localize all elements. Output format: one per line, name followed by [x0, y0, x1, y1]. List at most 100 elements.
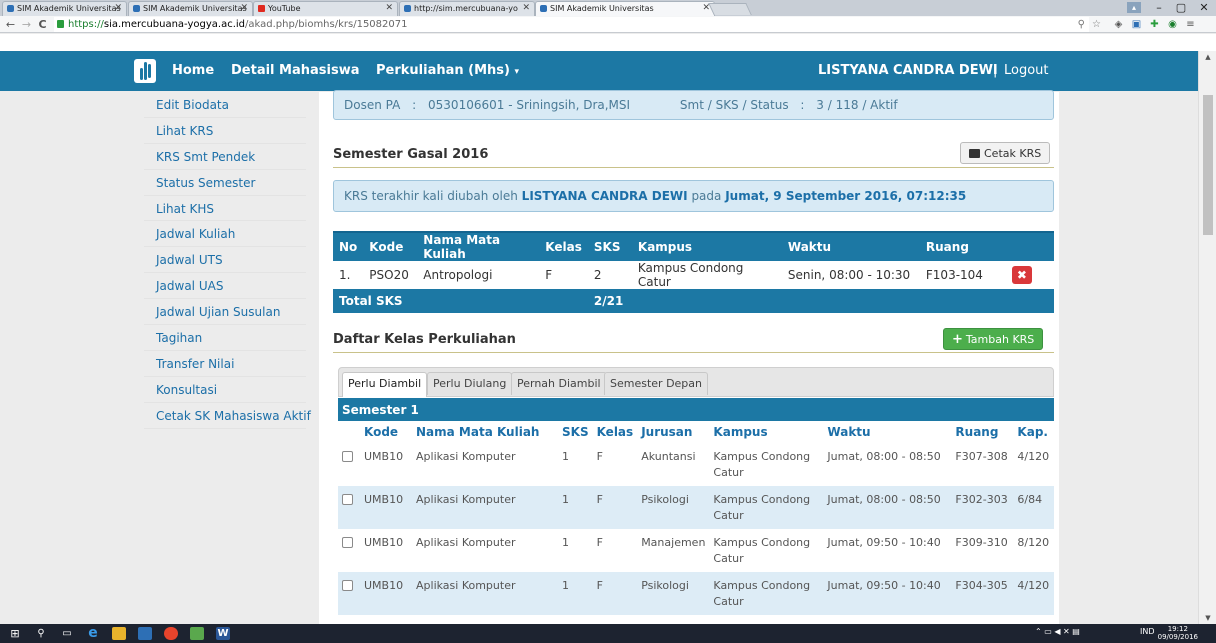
store-icon[interactable] [138, 627, 152, 640]
sidebar-item-lihat-krs[interactable]: Lihat KRS [144, 118, 306, 144]
minimize-icon[interactable]: – [1148, 0, 1170, 16]
table-row: UMB10 Aplikasi Komputer 1 F Akuntansi Ka… [338, 443, 1054, 486]
divider [333, 167, 1054, 168]
tray-icons[interactable]: ⌃ ▭ ◀ ✕ ▤ [1035, 627, 1080, 636]
word-icon[interactable]: W [216, 627, 230, 640]
sidebar-item-jadwal-kuliah[interactable]: Jadwal Kuliah [144, 221, 306, 248]
notice-mid: pada [691, 189, 722, 203]
extension-icon[interactable]: ◈ [1112, 18, 1125, 31]
maximize-icon[interactable]: ▢ [1170, 0, 1192, 16]
cell-kampus: Kampus Condong Catur [709, 572, 824, 615]
language-indicator[interactable]: IND [1140, 627, 1155, 636]
scrollbar-thumb[interactable] [1203, 95, 1213, 235]
user-profile-icon[interactable]: ▴ [1127, 2, 1141, 13]
back-arrow-icon[interactable]: ← [4, 16, 17, 33]
forward-arrow-icon[interactable]: → [20, 16, 33, 33]
tab-perlu-diulang[interactable]: Perlu Diulang [427, 372, 513, 395]
url-input[interactable]: https://sia.mercubuana-yogya.ac.id/akad.… [54, 17, 1101, 32]
col-action [1005, 231, 1054, 261]
tab-semester-depan[interactable]: Semester Depan [604, 372, 708, 395]
zoom-icon[interactable]: ⚲ [1078, 17, 1085, 32]
row-checkbox[interactable] [342, 494, 353, 505]
search-icon[interactable]: ⚲ [34, 627, 48, 640]
extension-icon[interactable]: ▣ [1130, 18, 1143, 31]
window-close-icon[interactable]: ✕ [1193, 0, 1215, 16]
cell-kode: UMB10 [360, 486, 412, 529]
university-logo[interactable] [134, 59, 156, 83]
internet-explorer-icon[interactable]: e [86, 626, 100, 640]
cetak-krs-button[interactable]: Cetak KRS [960, 142, 1051, 164]
nav-detail-mahasiswa[interactable]: Detail Mahasiswa [231, 51, 359, 91]
divider [333, 352, 1054, 353]
scroll-up-icon[interactable]: ▲ [1203, 53, 1213, 61]
col-sks: SKS [558, 421, 593, 443]
tab-perlu-diambil[interactable]: Perlu Diambil [342, 372, 428, 397]
page-scrollbar[interactable]: ▲ ▼ [1198, 51, 1216, 624]
cell-waktu: Jumat, 08:00 - 08:50 [823, 443, 952, 486]
browser-tab[interactable]: http://sim.mercubuana-yo ✕ [399, 1, 535, 16]
browser-tab[interactable]: SIM Akademik Universitas ✕ [2, 1, 127, 16]
sidebar-item-tagihan[interactable]: Tagihan [144, 325, 306, 351]
nav-user-name[interactable]: LISTYANA CANDRA DEWI [818, 51, 998, 91]
cell-kampus: Kampus Condong Catur [709, 529, 824, 572]
col-kampus: Kampus [709, 421, 824, 443]
menu-icon[interactable]: ≡ [1184, 18, 1197, 31]
close-icon[interactable]: ✕ [522, 2, 530, 15]
address-bar: ← → C https://sia.mercubuana-yogya.ac.id… [0, 16, 1216, 33]
table-header-row: No Kode Nama Mata Kuliah Kelas SKS Kampu… [333, 231, 1054, 261]
sidebar-item-konsultasi[interactable]: Konsultasi [144, 377, 306, 403]
close-icon[interactable]: ✕ [114, 2, 122, 15]
bookmark-star-icon[interactable]: ☆ [1092, 17, 1101, 32]
row-checkbox[interactable] [342, 537, 353, 548]
close-icon[interactable]: ✕ [240, 2, 248, 15]
delete-icon[interactable]: ✖ [1011, 266, 1032, 284]
cell-nama: Aplikasi Komputer [412, 486, 558, 529]
sidebar-item-transfer-nilai[interactable]: Transfer Nilai [144, 351, 306, 377]
cell-kapasitas: 4/120 [1013, 443, 1054, 486]
close-icon[interactable]: ✕ [385, 2, 393, 15]
windows-start-icon[interactable]: ⊞ [8, 627, 22, 640]
nav-perkuliahan-dropdown[interactable]: Perkuliahan (Mhs) ▾ [376, 51, 519, 91]
task-view-icon[interactable]: ▭ [60, 627, 74, 640]
cell-waktu: Jumat, 08:00 - 08:50 [823, 486, 952, 529]
app-navbar: Home Detail Mahasiswa Perkuliahan (Mhs) … [0, 51, 1216, 91]
kelas-table: Semester 1 Kode Nama Mata Kuliah SKS Kel… [338, 398, 1054, 615]
new-tab-button[interactable] [708, 3, 752, 15]
cell-kode: PSO20 [363, 261, 418, 289]
browser-tab[interactable]: YouTube ✕ [253, 1, 398, 16]
url-host: sia.mercubuana-yogya.ac.id [103, 19, 246, 30]
tambah-krs-button[interactable]: + Tambah KRS [943, 328, 1044, 350]
sidebar-item-edit-biodata[interactable]: Edit Biodata [144, 92, 306, 118]
cell-sks: 2 [587, 261, 632, 289]
sidebar-item-jadwal-ujian-susulan[interactable]: Jadwal Ujian Susulan [144, 299, 306, 326]
sidebar-item-jadwal-uas[interactable]: Jadwal UAS [144, 273, 306, 300]
scroll-down-icon[interactable]: ▼ [1203, 614, 1213, 622]
app-icon[interactable] [190, 627, 204, 640]
system-clock[interactable]: 19:12 09/09/2016 [1158, 625, 1198, 641]
sidebar-item-jadwal-uts[interactable]: Jadwal UTS [144, 247, 306, 274]
sidebar-item-cetak-sk[interactable]: Cetak SK Mahasiswa Aktif [144, 403, 311, 429]
cell-jurusan: Psikologi [637, 486, 710, 529]
row-checkbox[interactable] [342, 451, 353, 462]
browser-tab[interactable]: SIM Akademik Universitas ✕ [128, 1, 253, 16]
sidebar-item-status-semester[interactable]: Status Semester [144, 170, 306, 196]
chrome-icon[interactable] [164, 627, 178, 640]
cell-nama: Aplikasi Komputer [412, 529, 558, 572]
colon: : [412, 98, 417, 112]
total-label: Total SKS [333, 289, 588, 313]
cell-sks: 1 [558, 572, 593, 615]
nav-home[interactable]: Home [172, 51, 214, 91]
sidebar-item-krs-smt-pendek[interactable]: KRS Smt Pendek [144, 144, 306, 170]
extension-icon[interactable]: ✚ [1148, 18, 1161, 31]
extension-icon[interactable]: ◉ [1166, 18, 1179, 31]
tab-pernah-diambil[interactable]: Pernah Diambil [511, 372, 607, 395]
smt-sks-status-value: 3 / 118 / Aktif [816, 98, 898, 112]
browser-tab-active[interactable]: SIM Akademik Universitas ✕ [535, 1, 715, 16]
cell-kapasitas: 4/120 [1013, 572, 1054, 615]
nav-logout[interactable]: Logout [1004, 51, 1049, 91]
sidebar-item-lihat-khs[interactable]: Lihat KHS [144, 196, 306, 222]
row-checkbox[interactable] [342, 580, 353, 591]
file-explorer-icon[interactable] [112, 627, 126, 640]
cell-ruang: F103-104 [919, 261, 1006, 289]
reload-icon[interactable]: C [36, 16, 49, 33]
